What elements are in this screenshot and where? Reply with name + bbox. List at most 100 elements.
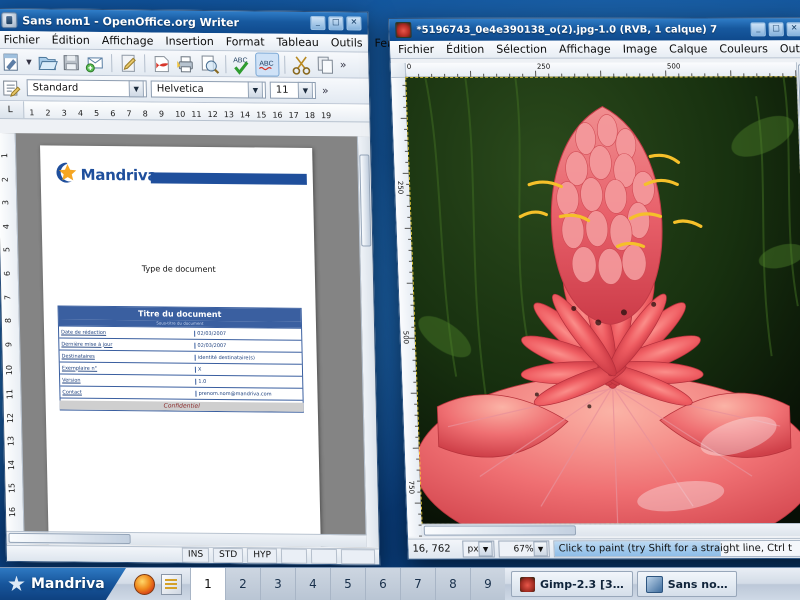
gimp-menu-affichage[interactable]: Affichage xyxy=(559,43,611,56)
chevron-down-icon[interactable]: ▼ xyxy=(247,81,264,99)
writer-standard-toolbar[interactable]: ▾ ABC ABC » xyxy=(0,48,369,79)
maximize-button[interactable]: □ xyxy=(768,22,784,37)
maximize-button[interactable]: □ xyxy=(328,16,344,31)
chevron-down-icon[interactable]: ▼ xyxy=(128,80,144,98)
gimp-menu-calque[interactable]: Calque xyxy=(669,42,708,55)
gimp-canvas[interactable] xyxy=(405,76,800,525)
copy-icon[interactable] xyxy=(314,54,336,76)
menu-affichage[interactable]: Affichage xyxy=(102,34,154,47)
chevron-down-icon[interactable]: ▼ xyxy=(533,541,548,557)
export-pdf-icon[interactable] xyxy=(150,52,172,74)
print-icon[interactable] xyxy=(174,52,196,74)
print-preview-icon[interactable] xyxy=(198,52,220,74)
font-size-combo[interactable]: 11 ▼ xyxy=(269,81,317,100)
cut-icon[interactable] xyxy=(290,53,312,75)
document-logo-text: Mandriva xyxy=(80,165,158,185)
edit-file-icon[interactable] xyxy=(117,52,139,74)
workspace-button-9[interactable]: 9 xyxy=(470,568,505,600)
gimp-statusbar[interactable]: 16, 762 px ▼ 67% ▼ Click to paint (try S… xyxy=(408,537,800,559)
chevron-down-icon[interactable]: ▼ xyxy=(478,541,493,557)
new-dropdown-arrow-icon[interactable]: ▾ xyxy=(24,55,34,68)
gimp-titlebar[interactable]: *5196743_0e4e390138_o(2).jpg-1.0 (RVB, 1… xyxy=(389,18,800,41)
unit-selector[interactable]: px ▼ xyxy=(462,540,495,558)
status-insert-mode[interactable]: INS xyxy=(181,547,210,563)
workspace-button-7[interactable]: 7 xyxy=(400,568,435,600)
document-table[interactable]: Titre du document Sous-titre du document… xyxy=(57,305,304,413)
status-selection-mode[interactable]: STD xyxy=(212,547,244,564)
start-button[interactable]: Mandriva xyxy=(0,568,126,600)
gimp-menu-selection[interactable]: Sélection xyxy=(496,43,547,56)
ruler-h-tick: 11 xyxy=(191,109,202,119)
gimp-icon xyxy=(520,576,535,592)
minimize-button[interactable]: _ xyxy=(310,16,326,31)
task-list[interactable]: Gimp-2.3 [3… Sans no… xyxy=(505,568,800,600)
close-button[interactable]: ✕ xyxy=(786,22,800,37)
gimp-menu-image[interactable]: Image xyxy=(622,43,657,56)
tab-stop-selector[interactable]: L xyxy=(0,100,25,119)
menu-outils[interactable]: Outils xyxy=(331,36,363,49)
autospellcheck-icon[interactable]: ABC xyxy=(254,51,280,77)
workspace-button-6[interactable]: 6 xyxy=(365,568,400,600)
workspace-button-3[interactable]: 3 xyxy=(260,568,295,600)
font-name-combo[interactable]: Helvetica ▼ xyxy=(150,80,267,99)
writer-vertical-ruler[interactable]: 1 2 3 4 5 6 7 8 9 10 11 12 13 14 15 16 xyxy=(0,132,25,545)
workspace-button-5[interactable]: 5 xyxy=(330,568,365,600)
task-button[interactable]: Gimp-2.3 [3… xyxy=(511,571,633,597)
document-icon[interactable] xyxy=(161,573,182,595)
quick-launch[interactable] xyxy=(126,568,190,600)
save-icon[interactable] xyxy=(59,51,81,73)
minimize-button[interactable]: _ xyxy=(750,22,766,37)
writer-page[interactable]: Mandriva Type de document Titre du docum… xyxy=(40,145,322,548)
gimp-hscroll-thumb[interactable] xyxy=(423,525,577,536)
gimp-window-buttons[interactable]: _ □ ✕ xyxy=(750,22,800,37)
gimp-menubar[interactable]: Fichier Édition Sélection Affichage Imag… xyxy=(389,40,800,59)
writer-hscroll-thumb[interactable] xyxy=(8,532,131,545)
task-button[interactable]: Sans no… xyxy=(636,571,737,597)
toolbar-overflow-chevron-icon[interactable]: » xyxy=(338,58,349,71)
open-icon[interactable] xyxy=(35,51,58,73)
ruler-v-tick: 11 xyxy=(5,388,15,400)
new-document-icon[interactable] xyxy=(0,51,22,73)
menu-tableau[interactable]: Tableau xyxy=(276,36,318,49)
writer-statusbar[interactable]: INS STD HYP xyxy=(6,544,380,565)
ruler-v-tick: 3 xyxy=(1,200,11,206)
taskbar[interactable]: Mandriva 123456789 Gimp-2.3 [3… Sans no… xyxy=(0,567,800,600)
gimp-menu-couleurs[interactable]: Couleurs xyxy=(719,42,768,55)
paragraph-style-combo[interactable]: Standard ▼ xyxy=(26,79,147,98)
chevron-down-icon[interactable]: ▼ xyxy=(297,81,314,100)
status-hyperlink-mode[interactable]: HYP xyxy=(247,548,278,564)
workspace-button-8[interactable]: 8 xyxy=(435,568,470,600)
workspace-button-2[interactable]: 2 xyxy=(225,568,260,600)
firefox-icon[interactable] xyxy=(134,573,155,595)
menu-format[interactable]: Format xyxy=(226,35,265,48)
writer-title-text: Sans nom1 - OpenOffice.org Writer xyxy=(22,13,240,29)
close-button[interactable]: ✕ xyxy=(346,16,362,31)
writer-window-buttons[interactable]: _ □ ✕ xyxy=(310,16,362,31)
menu-insertion[interactable]: Insertion xyxy=(165,35,214,48)
workspace-button-1[interactable]: 1 xyxy=(190,568,225,600)
writer-document-area[interactable]: 1 2 3 4 5 6 7 8 9 10 11 12 13 14 15 16 Mandriva xyxy=(0,132,379,548)
apply-style-icon[interactable] xyxy=(0,77,22,99)
table-cell-label: Dernière mise à jour xyxy=(61,340,113,348)
formatting-overflow-chevron-icon[interactable]: » xyxy=(320,84,331,97)
ruler-h-tick: 14 xyxy=(239,110,251,120)
writer-window[interactable]: Sans nom1 - OpenOffice.org Writer _ □ ✕ … xyxy=(0,8,443,571)
gimp-menu-fichier[interactable]: Fichier xyxy=(398,43,434,56)
gimp-horizontal-scrollbar[interactable] xyxy=(421,522,800,537)
gimp-menu-outils[interactable]: Outils xyxy=(780,42,800,55)
spellcheck-icon[interactable]: ABC xyxy=(231,53,253,75)
gimp-ruler-origin-button[interactable] xyxy=(390,62,407,78)
zoom-selector[interactable]: 67% ▼ xyxy=(498,540,550,558)
writer-formatting-toolbar[interactable]: Standard ▼ Helvetica ▼ 11 ▼ » xyxy=(0,74,370,105)
writer-horizontal-ruler[interactable]: L 1 2 3 4 5 6 7 8 9 10 11 12 13 14 15 16 17 18 19 xyxy=(0,100,370,123)
menu-fichier[interactable]: Fichier xyxy=(4,33,40,46)
menu-edition[interactable]: Édition xyxy=(52,34,90,47)
gimp-menu-edition[interactable]: Édition xyxy=(446,43,485,56)
table-body: Date de rédaction 02/03/2007 Dernière mise… xyxy=(58,325,303,412)
workspace-button-4[interactable]: 4 xyxy=(295,568,330,600)
gimp-window[interactable]: *5196743_0e4e390138_o(2).jpg-1.0 (RVB, 1… xyxy=(388,17,800,573)
writer-vscroll-thumb[interactable] xyxy=(359,154,372,247)
email-icon[interactable] xyxy=(83,51,105,73)
ruler-v-tick: 7 xyxy=(3,294,13,300)
workspace-pager[interactable]: 123456789 xyxy=(190,568,505,600)
